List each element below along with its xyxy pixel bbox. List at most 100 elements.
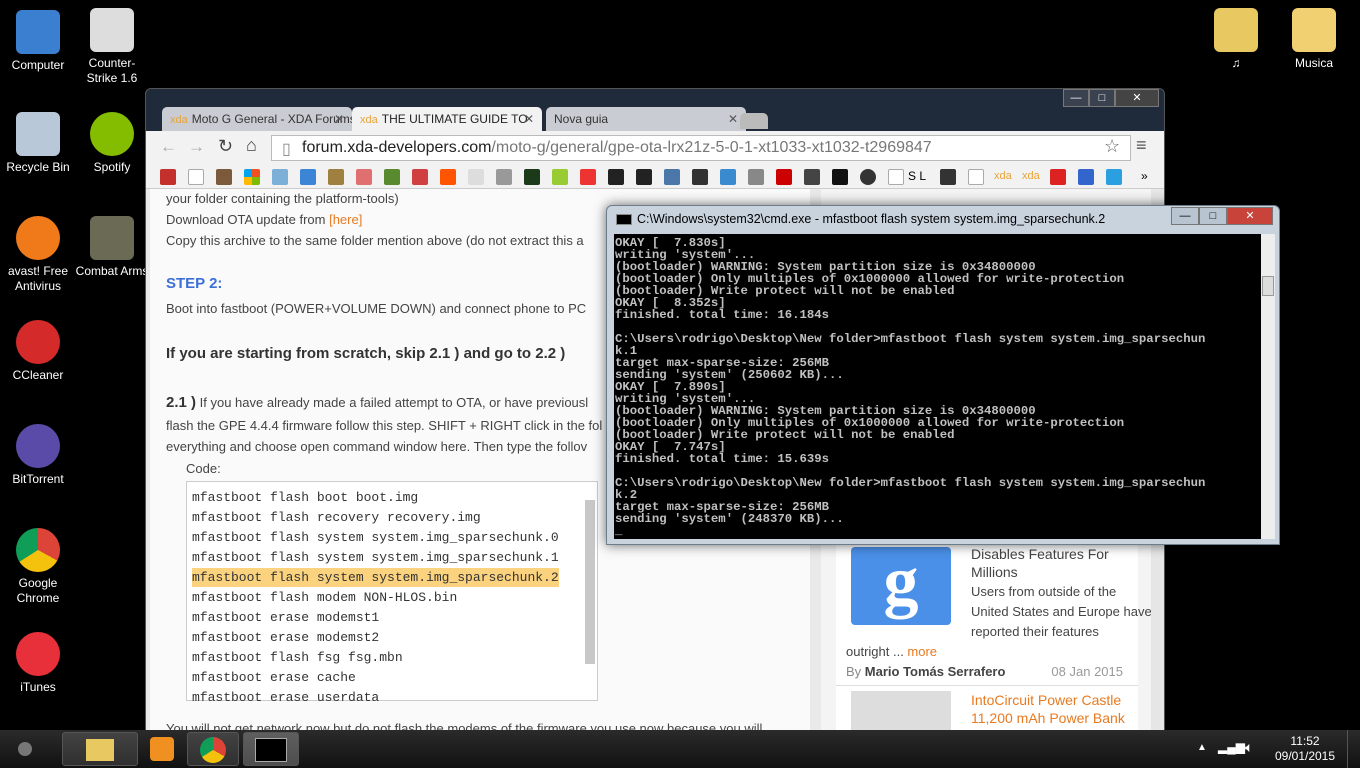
taskbar-explorer[interactable] [62, 732, 138, 766]
translate-bookmark-icon[interactable] [300, 169, 316, 185]
section-number: 2.1 ) [166, 394, 197, 411]
card-title[interactable]: Disables Features For [971, 545, 1109, 563]
scroll-thumb[interactable] [1262, 276, 1274, 296]
bookmark-icon[interactable] [328, 169, 344, 185]
bookmark-icon[interactable] [356, 169, 372, 185]
network-icon[interactable]: ▂▄▆ [1218, 740, 1245, 754]
windows-bookmark-icon[interactable] [244, 169, 260, 185]
reload-icon[interactable]: ↻ [218, 136, 233, 157]
desktop-icon-ccleaner[interactable]: CCleaner [0, 320, 76, 383]
cmd-window: C:\Windows\system32\cmd.exe - mfastboot … [606, 205, 1280, 545]
star-icon[interactable]: ☆ [1104, 136, 1120, 157]
close-tab-icon[interactable]: ✕ [524, 112, 534, 126]
tab-nova-guia[interactable]: Nova guia ✕ [546, 107, 746, 131]
bookmark-icon[interactable] [1106, 169, 1122, 185]
page-bookmark-icon[interactable] [888, 169, 904, 185]
bookmark-icon[interactable] [832, 169, 848, 185]
forward-icon[interactable]: → [188, 137, 205, 157]
maximize-button[interactable]: □ [1089, 89, 1115, 107]
bookmark-icon[interactable] [692, 169, 708, 185]
clock[interactable]: 11:52 09/01/2015 [1270, 734, 1340, 764]
page-bookmark-icon[interactable] [188, 169, 204, 185]
code-scrollbar[interactable] [585, 500, 595, 664]
bookmark-icon[interactable] [748, 169, 764, 185]
address-bar[interactable]: ▯ forum.xda-developers.com/moto-g/general… [271, 135, 1131, 161]
desktop-folder-musica[interactable]: Musica [1276, 8, 1352, 71]
soundcloud-bookmark-icon[interactable] [440, 169, 456, 185]
instagram-bookmark-icon[interactable] [216, 169, 232, 185]
bookmark-icon[interactable] [272, 169, 288, 185]
more-link[interactable]: more [907, 644, 937, 659]
bookmark-icon[interactable] [860, 169, 876, 185]
start-button[interactable] [18, 742, 32, 756]
tab-ultimate-guide[interactable]: xda THE ULTIMATE GUIDE TO ✕ [352, 107, 542, 131]
close-button[interactable]: ✕ [1227, 207, 1273, 225]
time: 11:52 [1290, 734, 1320, 748]
close-tab-icon[interactable]: ✕ [728, 112, 738, 126]
taskbar-chrome[interactable] [187, 732, 239, 766]
bookmark-icon[interactable] [1078, 169, 1094, 185]
volume-icon[interactable]: 🔈︎ [1245, 739, 1253, 756]
code-block[interactable]: mfastboot flash boot boot.img mfastboot f… [186, 481, 598, 705]
new-tab-button[interactable] [740, 113, 768, 129]
desktop-icon-chrome[interactable]: Google Chrome [0, 528, 76, 606]
show-hidden-icons[interactable]: ▲ [1197, 742, 1207, 753]
card-title[interactable]: Millions [971, 563, 1018, 581]
desktop-icon-bittorrent[interactable]: BitTorrent [0, 424, 76, 487]
taskbar-cmd[interactable] [243, 732, 299, 766]
console-line: finished. total time: 16.184s [615, 308, 830, 322]
console-scrollbar[interactable] [1261, 234, 1275, 539]
bookmark-icon[interactable] [636, 169, 652, 185]
menu-icon[interactable]: ≡ [1136, 135, 1147, 156]
desktop-icon-spotify[interactable]: Spotify [74, 112, 150, 175]
console-output[interactable]: OKAY [ 7.830s] writing 'system'... (bootlo… [614, 234, 1261, 539]
desktop-icon-recycle-bin[interactable]: Recycle Bin [0, 112, 76, 175]
show-desktop-button[interactable] [1347, 730, 1360, 768]
taskbar-media-player[interactable] [140, 732, 184, 766]
author-link[interactable]: Mario Tomás Serrafero [865, 664, 1006, 679]
step-heading: STEP 2: [166, 275, 223, 292]
home-icon[interactable]: ⌂ [246, 135, 257, 156]
bookmark-icon[interactable] [608, 169, 624, 185]
cloud-bookmark-icon[interactable] [468, 169, 484, 185]
bookmark-icon[interactable] [720, 169, 736, 185]
minimize-button[interactable]: — [1171, 207, 1199, 225]
more-bookmarks-button[interactable]: » [1141, 169, 1148, 183]
desktop-icon-computer[interactable]: Computer [0, 10, 76, 73]
xda-bookmark[interactable]: xda [994, 170, 1012, 182]
card-title[interactable]: IntoCircuit Power Castle [971, 691, 1121, 709]
bookmark-icon[interactable] [940, 169, 956, 185]
cart-bookmark-icon[interactable] [1050, 169, 1066, 185]
desktop-folder-music-note[interactable]: ♫ [1198, 8, 1274, 71]
text: your folder containing the platform-tool… [166, 191, 399, 206]
bookmark-icon[interactable] [776, 169, 792, 185]
close-tab-icon[interactable]: ✕ [334, 112, 344, 126]
ccleaner-icon [16, 320, 60, 364]
bookmark-icon[interactable] [804, 169, 820, 185]
page-bookmark-icon[interactable] [968, 169, 984, 185]
here-link[interactable]: [here] [329, 212, 362, 227]
vk-bookmark-icon[interactable] [664, 169, 680, 185]
desktop-icon-counter-strike[interactable]: Counter-Strike 1.6 [74, 8, 150, 86]
text: Users from outside of the [971, 584, 1117, 599]
yandex-bookmark-icon[interactable] [580, 169, 596, 185]
maximize-button[interactable]: □ [1199, 207, 1227, 225]
minimize-button[interactable]: — [1063, 89, 1089, 107]
close-button[interactable]: ✕ [1115, 89, 1159, 107]
bookmark-icon[interactable] [496, 169, 512, 185]
desktop-icon-combat-arms[interactable]: Combat Arms [74, 216, 150, 279]
bookmark-icon[interactable] [552, 169, 568, 185]
back-icon[interactable]: ← [160, 137, 177, 157]
card-title[interactable]: 11,200 mAh Power Bank [971, 709, 1125, 727]
folder-icon [1214, 8, 1258, 52]
bookmark-icon[interactable] [524, 169, 540, 185]
desktop-icon-avast[interactable]: avast! Free Antivirus [0, 216, 76, 294]
bookmark-icon[interactable] [412, 169, 428, 185]
bookmark-icon[interactable] [384, 169, 400, 185]
label: CCleaner [12, 368, 64, 382]
youtube-bookmark-icon[interactable] [160, 169, 176, 185]
bookmark-sl[interactable]: S L [908, 169, 926, 183]
xda-bookmark[interactable]: xda [1022, 170, 1040, 182]
desktop-icon-itunes[interactable]: iTunes [0, 632, 76, 695]
tab-moto-g-general[interactable]: xda Moto G General - XDA Forums ✕ [162, 107, 352, 131]
